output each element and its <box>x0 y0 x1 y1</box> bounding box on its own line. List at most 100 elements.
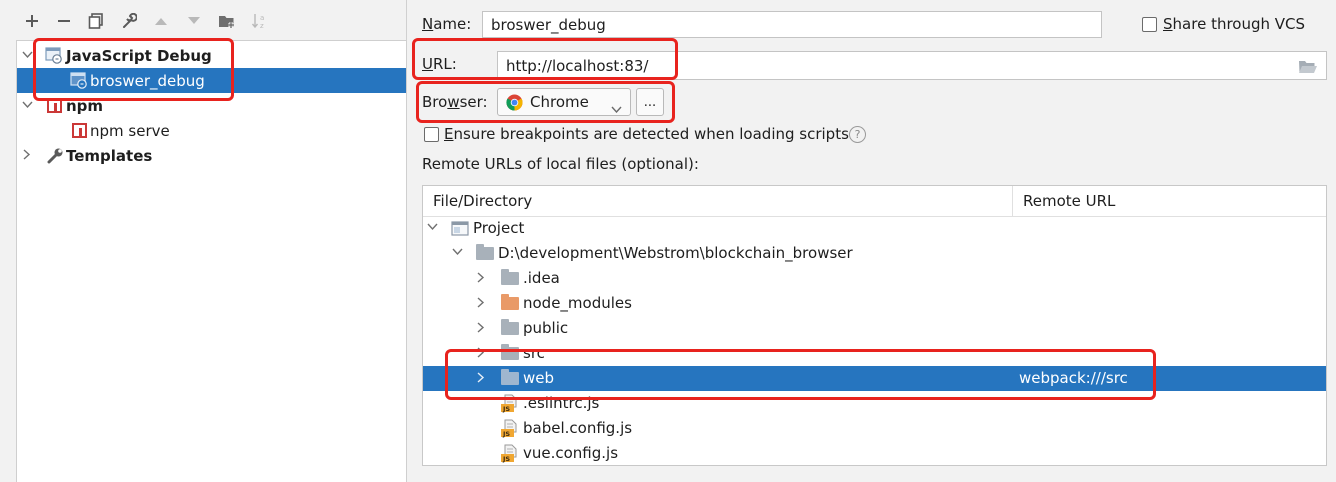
file-label: Project <box>473 219 525 237</box>
share-vcs-checkbox[interactable] <box>1142 17 1157 32</box>
file-label: .idea <box>523 269 560 287</box>
tree-item-npm-serve[interactable]: npm serve <box>17 118 406 143</box>
name-label: Name: <box>422 15 471 33</box>
table-header: File/Directory Remote URL <box>423 186 1326 217</box>
mnemonic: S <box>1163 15 1173 33</box>
folder-icon <box>476 244 494 260</box>
config-tree: JavaScript Debug broswer_debug npm npm s… <box>16 40 407 482</box>
file-label: D:\development\Webstrom\blockchain_brows… <box>498 244 853 262</box>
name-value: broswer_debug <box>491 15 606 34</box>
tree-item-templates[interactable]: Templates <box>17 143 406 168</box>
js-file-icon: JS <box>501 419 517 438</box>
add-icon[interactable] <box>21 10 43 32</box>
browser-settings-button[interactable]: ... <box>636 88 664 116</box>
js-debug-config-icon <box>70 72 88 93</box>
browser-value: Chrome <box>530 93 589 111</box>
table-row[interactable]: JS .eslintrc.js <box>423 391 1326 416</box>
tree-item-label: npm serve <box>90 121 170 140</box>
tree-item-label: npm <box>66 96 104 115</box>
chevron-down-icon[interactable] <box>452 246 463 259</box>
file-label: web <box>523 369 555 387</box>
run-config-panel: az JavaScript Debug broswer_debug npm np… <box>0 0 407 482</box>
label-text: ame: <box>433 15 472 33</box>
remote-urls-table: File/Directory Remote URL Project D:\dev… <box>422 185 1327 466</box>
folder-orange-icon <box>501 294 519 310</box>
copy-icon[interactable] <box>85 10 107 32</box>
tree-item-label: JavaScript Debug <box>66 46 212 65</box>
sort-alpha-icon[interactable]: az <box>249 10 271 32</box>
npm-icon <box>47 98 62 117</box>
label-text: Bro <box>422 93 448 111</box>
mnemonic: w <box>447 93 460 111</box>
label-text: RL: <box>432 55 457 73</box>
folder-browse-icon[interactable] <box>1298 59 1318 78</box>
project-icon <box>451 221 469 240</box>
name-input[interactable]: broswer_debug <box>482 11 1102 38</box>
table-row[interactable]: .idea <box>423 266 1326 291</box>
svg-text:z: z <box>260 22 264 30</box>
table-row[interactable]: public <box>423 316 1326 341</box>
chevron-right-icon[interactable] <box>21 148 33 163</box>
file-label: vue.config.js <box>523 444 619 462</box>
remote-url-value[interactable]: webpack:///src <box>1019 369 1128 387</box>
tree-item-label: broswer_debug <box>90 71 205 90</box>
folder-icon <box>501 344 519 360</box>
chevron-right-icon[interactable] <box>477 322 485 336</box>
folder-icon <box>501 369 519 385</box>
move-up-icon[interactable] <box>150 10 172 32</box>
label-text: hare through VCS <box>1172 15 1306 33</box>
help-icon[interactable]: ? <box>849 126 866 143</box>
file-label: .eslintrc.js <box>523 394 600 412</box>
column-header-remote-url[interactable]: Remote URL <box>1023 192 1115 210</box>
js-file-icon: JS <box>501 444 517 463</box>
label-text: ser: <box>459 93 488 111</box>
mnemonic: N <box>422 15 434 33</box>
chevron-right-icon[interactable] <box>477 272 485 286</box>
tree-item-broswer-debug[interactable]: broswer_debug <box>17 68 406 93</box>
share-vcs-label: Share through VCS <box>1163 15 1305 33</box>
column-divider[interactable] <box>1012 186 1013 216</box>
table-row[interactable]: Project <box>423 216 1326 241</box>
table-row[interactable]: D:\development\Webstrom\blockchain_brows… <box>423 241 1326 266</box>
column-header-file[interactable]: File/Directory <box>433 192 532 210</box>
table-row-selected[interactable]: web webpack:///src <box>423 366 1326 391</box>
table-row[interactable]: JS vue.config.js <box>423 441 1326 465</box>
table-row[interactable]: JS babel.config.js <box>423 416 1326 441</box>
tree-item-javascript-debug[interactable]: JavaScript Debug <box>17 43 406 68</box>
url-label: URL: <box>422 55 457 73</box>
js-file-icon: JS <box>501 394 517 413</box>
move-down-icon[interactable] <box>183 10 205 32</box>
table-row[interactable]: node_modules <box>423 291 1326 316</box>
browser-label: Browser: <box>422 93 488 111</box>
folder-icon <box>501 319 519 335</box>
chevron-right-icon[interactable] <box>477 372 485 386</box>
ensure-breakpoints-checkbox[interactable] <box>424 127 439 142</box>
browser-select[interactable]: Chrome <box>497 88 631 116</box>
chevron-right-icon[interactable] <box>477 347 485 361</box>
remove-icon[interactable] <box>53 10 75 32</box>
tree-item-npm[interactable]: npm <box>17 93 406 118</box>
wrench-icon[interactable] <box>118 10 140 32</box>
config-toolbar: az <box>0 0 406 40</box>
url-value: http://localhost:83/ <box>506 56 649 75</box>
svg-text:JS: JS <box>502 405 510 413</box>
chevron-right-icon[interactable] <box>477 297 485 311</box>
label-text: nsure breakpoints are detected when load… <box>453 125 849 143</box>
npm-icon <box>72 123 87 142</box>
svg-text:JS: JS <box>502 430 510 438</box>
ensure-breakpoints-label: Ensure breakpoints are detected when loa… <box>444 125 849 143</box>
tree-item-label: Templates <box>66 146 153 165</box>
table-row[interactable]: src <box>423 341 1326 366</box>
js-debug-icon <box>45 47 63 68</box>
chevron-down-icon[interactable] <box>21 99 33 112</box>
wrench-icon <box>47 147 64 168</box>
url-input[interactable]: http://localhost:83/ <box>497 51 1327 80</box>
chrome-icon <box>506 94 523 115</box>
folder-icon <box>501 269 519 285</box>
new-folder-icon[interactable] <box>216 10 238 32</box>
chevron-down-icon <box>611 99 622 117</box>
chevron-down-icon[interactable] <box>427 221 438 234</box>
chevron-down-icon[interactable] <box>21 49 33 62</box>
mnemonic: U <box>422 55 433 73</box>
svg-text:JS: JS <box>502 455 510 463</box>
